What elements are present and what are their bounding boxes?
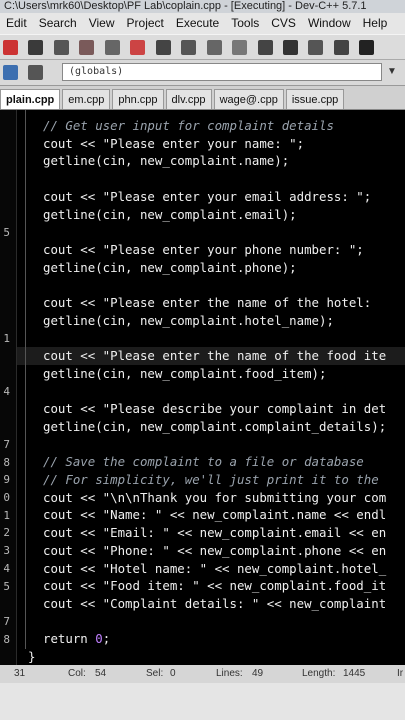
line-number: 8 xyxy=(3,455,10,469)
status-lines-label: Lines: xyxy=(216,668,243,679)
toggle-comment-icon[interactable] xyxy=(359,40,375,55)
status-sel: 0 xyxy=(170,668,176,679)
compile-icon[interactable] xyxy=(3,40,18,55)
status-sel-label: Sel: xyxy=(146,668,164,679)
tab-issue-cpp[interactable]: issue.cpp xyxy=(285,89,345,109)
line-number: 4 xyxy=(3,384,10,398)
status-bar: 31 Col: 54 Sel: 0 Lines: 49 Length: 1445… xyxy=(0,665,405,683)
code-line[interactable]: // Save the complaint to a file or datab… xyxy=(43,454,364,470)
menu-item-help[interactable]: Help xyxy=(357,13,394,34)
code-line[interactable]: cout << "Food item: " << new_complaint.f… xyxy=(43,578,386,594)
status-lines: 49 xyxy=(252,668,264,679)
menu-item-window[interactable]: Window xyxy=(302,13,357,34)
status-length-label: Length: xyxy=(302,668,336,679)
print-icon[interactable] xyxy=(104,40,120,55)
close-file-icon[interactable] xyxy=(79,40,95,55)
tab-em-cpp[interactable]: em.cpp xyxy=(62,89,111,109)
goto-line-icon[interactable] xyxy=(257,40,273,55)
code-line[interactable]: getline(cin, new_complaint.complaint_det… xyxy=(43,419,386,435)
menu-item-project[interactable]: Project xyxy=(121,13,170,34)
menu-item-tools[interactable]: Tools xyxy=(225,13,265,34)
save-icon[interactable] xyxy=(28,40,44,55)
line-number: 4 xyxy=(3,561,10,575)
file-tabs: plain.cpp em.cpp phn.cpp dlv.cpp wage@.cpp is… xyxy=(0,86,405,110)
desk-surface xyxy=(0,683,405,720)
code-line[interactable]: getline(cin, new_complaint.name); xyxy=(43,153,289,169)
menu-item-edit[interactable]: Edit xyxy=(0,13,33,34)
code-line[interactable]: getline(cin, new_complaint.hotel_name); xyxy=(43,313,334,329)
menu-item-search[interactable]: Search xyxy=(33,13,83,34)
line-number: 5 xyxy=(3,225,10,239)
status-col-label: Col: xyxy=(68,668,86,679)
status-insert-mode: Ir xyxy=(397,668,404,679)
code-line[interactable]: cout << "Please enter your email address… xyxy=(43,189,371,205)
code-line[interactable]: cout << "Please enter your phone number:… xyxy=(43,242,364,258)
menu-item-cvs[interactable]: CVS xyxy=(265,13,302,34)
tab-plain-cpp[interactable]: plain.cpp xyxy=(0,89,61,109)
code-line[interactable]: return 0; xyxy=(43,631,110,647)
line-number: 2 xyxy=(3,526,10,540)
code-line[interactable]: cout << "Name: " << new_complaint.name <… xyxy=(43,507,386,523)
code-line[interactable]: cout << "Hotel name: " << new_complaint.… xyxy=(43,561,386,577)
tab-wage-cpp[interactable]: wage@.cpp xyxy=(213,89,284,109)
code-line[interactable]: cout << "Phone: " << new_complaint.phone… xyxy=(43,543,386,559)
tab-phn-cpp[interactable]: phn.cpp xyxy=(112,89,164,109)
window-title: C:\Users\mrk60\Desktop\PF Lab\coplain.cp… xyxy=(0,0,405,13)
line-number: 1 xyxy=(3,508,10,522)
indent-icon[interactable] xyxy=(308,40,324,55)
tab-dlv-cpp[interactable]: dlv.cpp xyxy=(165,89,212,109)
class-browser-icon[interactable] xyxy=(28,65,44,80)
code-line[interactable]: cout << "Please enter the name of the fo… xyxy=(43,348,386,364)
bookmark-icon[interactable] xyxy=(282,40,298,55)
status-line: 31 xyxy=(14,668,26,679)
code-line[interactable]: // Get user input for complaint details xyxy=(43,118,334,134)
code-line[interactable]: getline(cin, new_complaint.email); xyxy=(43,207,297,223)
code-line[interactable]: cout << "Email: " << new_complaint.email… xyxy=(43,525,386,541)
line-number: 7 xyxy=(3,614,10,628)
main-toolbar xyxy=(0,34,405,60)
menu-item-execute[interactable]: Execute xyxy=(170,13,225,34)
code-line[interactable]: cout << "Complaint details: " << new_com… xyxy=(43,596,386,612)
chevron-down-icon[interactable]: ▼ xyxy=(384,64,400,80)
undo-icon[interactable] xyxy=(130,40,146,55)
code-line[interactable]: cout << "Please enter the name of the ho… xyxy=(43,295,379,311)
menu-bar: Edit Search View Project Execute Tools CVS Wind… xyxy=(0,13,405,34)
code-editor[interactable]: 5 1 4 7 8 9 0 1 2 3 4 5 7 8 // Get user input for com… xyxy=(0,110,405,665)
menu-item-view[interactable]: View xyxy=(83,13,121,34)
status-col: 54 xyxy=(95,668,107,679)
line-number: 9 xyxy=(3,473,10,487)
line-number-gutter: 5 1 4 7 8 9 0 1 2 3 4 5 7 8 xyxy=(0,110,17,665)
find-next-icon[interactable] xyxy=(232,40,248,55)
line-number: 0 xyxy=(3,491,10,504)
code-line[interactable]: cout << "Please enter your name: "; xyxy=(43,136,304,152)
save-all-icon[interactable] xyxy=(53,40,69,55)
replace-icon[interactable] xyxy=(206,40,222,55)
code-line[interactable]: getline(cin, new_complaint.food_item); xyxy=(43,366,326,382)
line-number: 8 xyxy=(3,632,10,646)
code-line[interactable]: } xyxy=(28,649,35,665)
new-project-icon[interactable] xyxy=(3,65,18,80)
find-icon[interactable] xyxy=(181,40,197,55)
status-length: 1445 xyxy=(343,668,366,679)
code-line[interactable]: getline(cin, new_complaint.phone); xyxy=(43,260,297,276)
line-number: 1 xyxy=(3,331,10,345)
unindent-icon[interactable] xyxy=(333,40,349,55)
code-line[interactable]: cout << "\n\nThank you for submitting yo… xyxy=(43,490,386,506)
line-number: 3 xyxy=(3,544,10,558)
code-line[interactable]: // For simplicity, we'll just print it t… xyxy=(43,472,379,488)
redo-icon[interactable] xyxy=(155,40,171,55)
scope-toolbar: (globals) ▼ xyxy=(0,60,405,86)
line-number: 7 xyxy=(3,437,10,451)
fold-guide xyxy=(25,110,26,649)
scope-select[interactable]: (globals) xyxy=(62,63,382,81)
code-line[interactable]: cout << "Please describe your complaint … xyxy=(43,401,386,417)
line-number: 5 xyxy=(3,579,10,593)
